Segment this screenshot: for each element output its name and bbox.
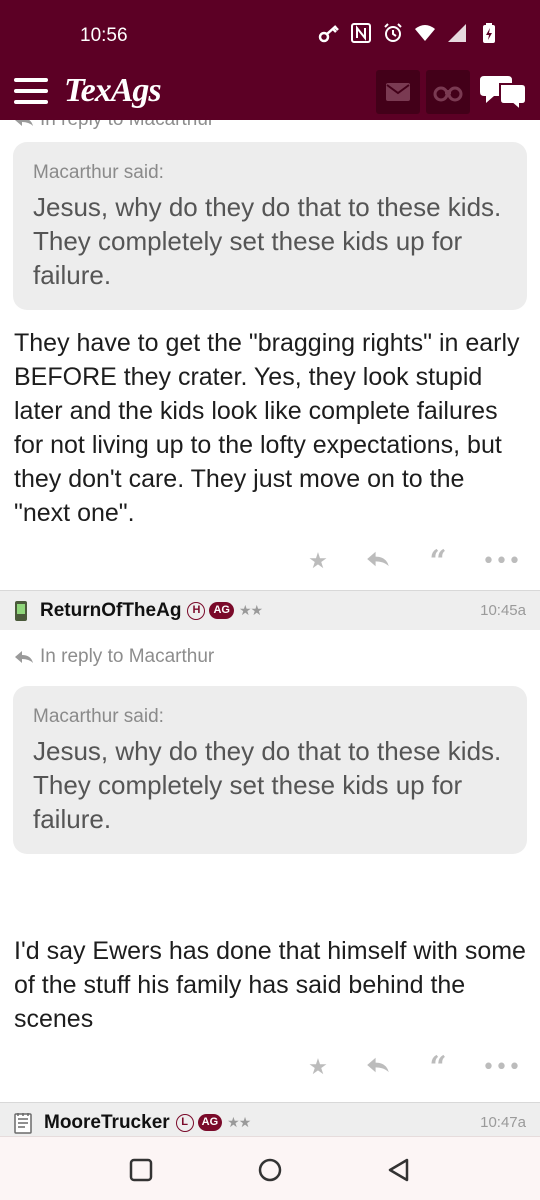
- quote-block: Macarthur said: Jesus, why do they do th…: [13, 142, 527, 310]
- post: ReturnOfTheAg H AG ★★ 10:45a In reply to…: [0, 590, 540, 1088]
- messages-button[interactable]: [376, 70, 420, 114]
- status-time: 10:56: [80, 25, 128, 46]
- recents-icon[interactable]: [128, 1157, 154, 1183]
- reply-icon[interactable]: [362, 1054, 394, 1082]
- post-body: They have to get the "bragging rights" i…: [14, 329, 520, 527]
- rating-stars: ★★: [238, 602, 263, 619]
- nfc-icon: [350, 22, 372, 44]
- quote-text: Jesus, why do they do that to these kids…: [33, 736, 502, 834]
- post: In reply to Macarthur Macarthur said: Je…: [0, 120, 540, 582]
- quote-block: Macarthur said: Jesus, why do they do th…: [13, 686, 527, 854]
- post: MooreTrucker L AG ★★ 10:47a: [0, 1102, 540, 1136]
- alarm-icon: [382, 22, 404, 44]
- author-name[interactable]: MooreTrucker: [44, 1112, 170, 1134]
- badge-letter: H: [187, 601, 206, 620]
- reply-arrow-icon: [15, 651, 33, 663]
- post-time: 10:45a: [480, 602, 526, 619]
- reply-icon[interactable]: [362, 548, 394, 576]
- badge-ag: AG: [197, 1114, 223, 1131]
- quote-icon[interactable]: “: [422, 547, 454, 577]
- chat-button[interactable]: [480, 72, 528, 113]
- badge-letter: L: [175, 1113, 194, 1132]
- post-time: 10:47a: [480, 1114, 526, 1131]
- back-icon[interactable]: [386, 1157, 412, 1183]
- reply-to-text: In reply to Macarthur: [40, 120, 214, 131]
- quote-author: Macarthur said:: [33, 706, 164, 727]
- signal-icon: [446, 22, 468, 44]
- reply-to-link[interactable]: In reply to Macarthur: [0, 630, 540, 684]
- reply-arrow-icon: [15, 120, 33, 126]
- app-header: 10:56 TexAgs: [0, 0, 540, 120]
- more-icon[interactable]: •••: [482, 1054, 521, 1082]
- rating-stars: ★★: [227, 1114, 251, 1131]
- reply-to-link[interactable]: In reply to Macarthur: [0, 120, 540, 134]
- reply-to-text: In reply to Macarthur: [40, 646, 215, 667]
- wifi-icon: [414, 22, 436, 44]
- quote-text: Jesus, why do they do that to these kids…: [33, 192, 502, 290]
- more-icon[interactable]: •••: [482, 548, 521, 576]
- binoculars-icon: [433, 86, 463, 102]
- key-icon: [318, 22, 340, 44]
- badge-ag: AG: [209, 602, 234, 619]
- system-nav-bar: [0, 1136, 540, 1200]
- star-icon[interactable]: ★: [302, 548, 334, 576]
- phone-icon: [15, 600, 27, 621]
- notepad-icon: [14, 1112, 32, 1134]
- mail-icon: [386, 83, 410, 101]
- brand-logo[interactable]: TexAgs: [64, 72, 162, 110]
- author-bar[interactable]: MooreTrucker L AG ★★ 10:47a: [0, 1102, 540, 1136]
- home-icon[interactable]: [257, 1157, 283, 1183]
- status-icons: [318, 22, 500, 44]
- thread-content[interactable]: In reply to Macarthur Macarthur said: Je…: [0, 120, 540, 1136]
- watch-button[interactable]: [426, 70, 470, 114]
- quote-author: Macarthur said:: [33, 162, 164, 183]
- author-bar[interactable]: ReturnOfTheAg H AG ★★ 10:45a: [0, 590, 540, 630]
- author-name[interactable]: ReturnOfTheAg: [40, 600, 181, 622]
- chat-icon: [480, 76, 527, 113]
- battery-icon: [478, 22, 500, 44]
- post-actions: ★ “ •••: [0, 1048, 540, 1088]
- menu-icon[interactable]: [14, 78, 48, 104]
- post-body: I'd say Ewers has done that himself with…: [14, 937, 526, 1033]
- post-actions: ★ “ •••: [0, 542, 540, 582]
- quote-icon[interactable]: “: [422, 1053, 454, 1083]
- star-icon[interactable]: ★: [302, 1054, 334, 1082]
